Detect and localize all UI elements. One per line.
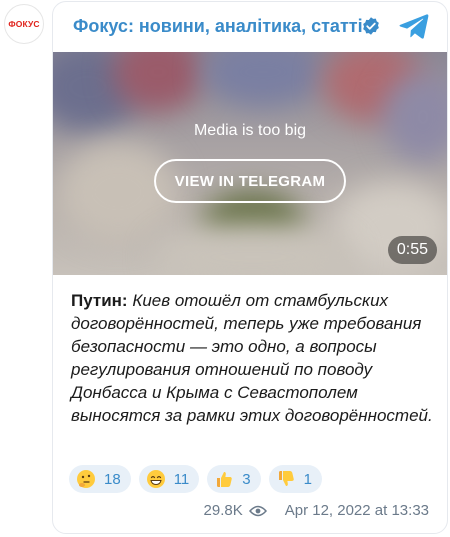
- telegram-logo-icon[interactable]: [399, 13, 429, 39]
- view-in-telegram-button[interactable]: VIEW IN TELEGRAM: [154, 159, 346, 203]
- grinning-face-emoji-icon: [146, 470, 165, 488]
- reaction-count: 3: [242, 470, 251, 488]
- verified-badge-icon: [363, 17, 379, 35]
- blur-shape: [153, 222, 353, 275]
- reaction-count: 11: [173, 470, 190, 488]
- post-header: Фокус: новини, аналітика, статті: [53, 2, 447, 52]
- media-too-big-notice: Media is too big: [193, 122, 307, 139]
- post-footer: 29.8K Apr 12, 2022 at 13:33: [204, 502, 429, 519]
- reaction-count: 18: [104, 470, 121, 488]
- reaction-thumbs-down[interactable]: 1: [268, 465, 322, 493]
- message-quote: Киев отошёл от стамбульских договорённос…: [71, 291, 433, 425]
- video-preview[interactable]: Media is too big VIEW IN TELEGRAM 0:55: [53, 52, 447, 275]
- message-text: Путин: Киев отошёл от стамбульских догов…: [71, 289, 433, 427]
- reaction-count: 1: [303, 470, 312, 488]
- thumbs-down-emoji-icon: [278, 471, 294, 486]
- channel-avatar[interactable]: ФОКУС: [4, 4, 44, 44]
- reactions-bar: 18 11 3 1: [69, 465, 322, 493]
- reaction-thumbs-up[interactable]: 3: [207, 465, 261, 493]
- eye-icon: [248, 505, 267, 516]
- channel-title[interactable]: Фокус: новини, аналітика, статті: [73, 16, 363, 37]
- blur-shape: [383, 72, 447, 162]
- blur-shape: [203, 52, 323, 107]
- thinking-face-emoji-icon: [77, 470, 95, 488]
- reaction-thinking[interactable]: 18: [69, 465, 131, 493]
- avatar-logo-text: ФОКУС: [8, 19, 40, 29]
- reaction-grinning[interactable]: 11: [138, 465, 200, 493]
- views-count: 29.8K: [203, 502, 243, 519]
- message-speaker: Путин:: [71, 291, 128, 310]
- post-card: Фокус: новини, аналітика, статті Media i…: [52, 1, 448, 534]
- thumbs-up-emoji-icon: [217, 472, 233, 487]
- post-timestamp[interactable]: Apr 12, 2022 at 13:33: [285, 502, 429, 519]
- video-duration-badge: 0:55: [387, 236, 437, 264]
